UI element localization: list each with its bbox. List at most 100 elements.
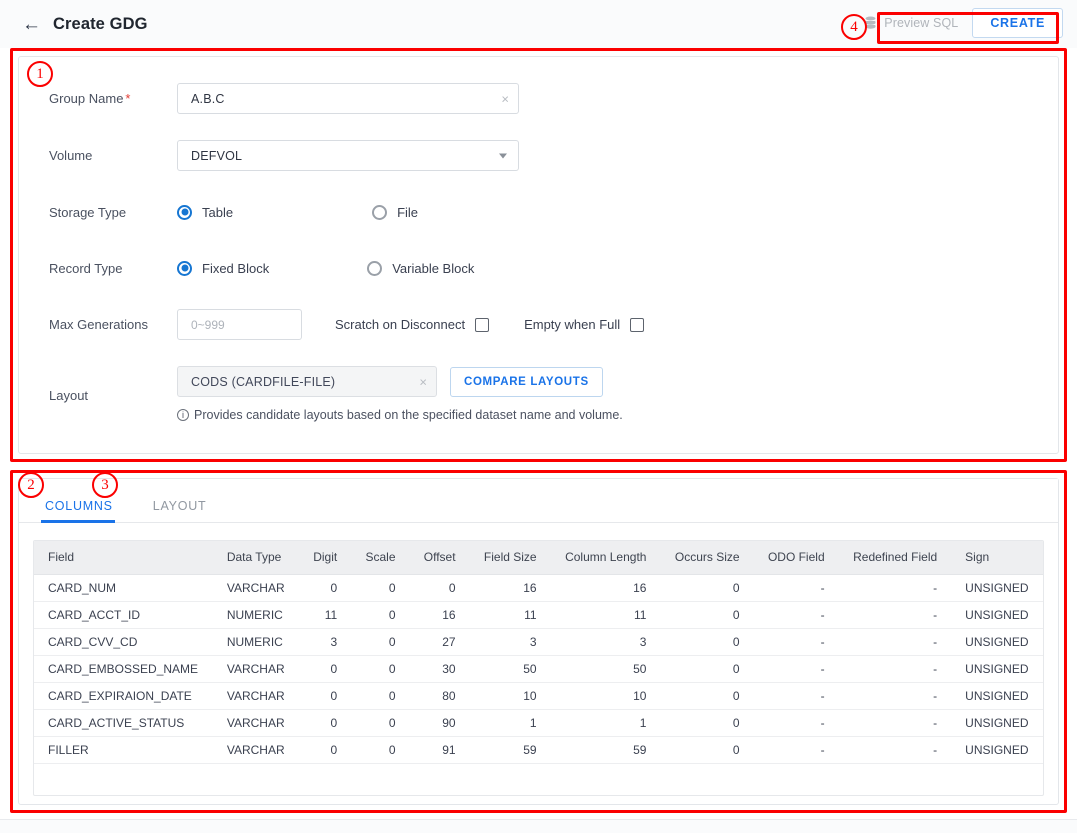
table-cell: NUMERIC — [212, 628, 299, 656]
form-row-volume: Volume DEFVOL — [19, 140, 1058, 171]
clear-icon[interactable]: × — [501, 92, 509, 105]
table-cell: VARCHAR — [212, 682, 299, 710]
table-cell: 10 — [550, 682, 661, 710]
storage-type-label: Storage Type — [49, 204, 127, 220]
table-column-header: Column Length — [550, 541, 661, 575]
table-cell: 0 — [351, 682, 410, 710]
layout-hint-text: Provides candidate layouts based on the … — [194, 408, 623, 422]
tab-layout[interactable]: LAYOUT — [149, 499, 221, 522]
table-cell: 0 — [660, 736, 754, 764]
table-cell: VARCHAR — [212, 736, 299, 764]
record-type-option-variable-block-label: Variable Block — [392, 260, 475, 276]
table-cell: 90 — [409, 709, 470, 737]
table-cell: 59 — [550, 736, 661, 764]
table-cell: 0 — [299, 709, 352, 737]
header-actions: Preview SQL CREATE — [854, 8, 1063, 38]
radio-unselected-icon[interactable] — [372, 204, 388, 220]
gdg-form-panel: Group Name * A.B.C × Volume DEFVOL Storag… — [18, 56, 1059, 454]
table-cell: - — [753, 574, 839, 602]
radio-unselected-icon[interactable] — [367, 260, 383, 276]
preview-sql-label: Preview SQL — [884, 16, 959, 30]
table-cell: 0 — [351, 601, 410, 629]
volume-value: DEFVOL — [191, 148, 243, 163]
record-type-radio-group: Fixed Block Variable Block — [177, 260, 475, 276]
table-column-header: Redefined Field — [838, 541, 952, 575]
form-row-layout: Layout CODS (CARDFILE-FILE) × COMPARE LA… — [19, 366, 1058, 422]
bottom-strip — [0, 819, 1077, 833]
layout-value: CODS (CARDFILE-FILE) — [191, 374, 336, 389]
table-column-header: Field — [34, 541, 213, 575]
table-cell: - — [753, 601, 839, 629]
storage-type-option-table[interactable]: Table — [177, 204, 234, 220]
radio-selected-icon[interactable] — [177, 260, 192, 276]
table-cell: UNSIGNED — [951, 736, 1043, 764]
layout-input[interactable]: CODS (CARDFILE-FILE) × — [177, 366, 437, 397]
table-cell: 3 — [469, 628, 551, 656]
scratch-on-disconnect-label: Scratch on Disconnect — [335, 317, 466, 332]
chevron-down-icon[interactable] — [499, 153, 507, 158]
table-cell: - — [838, 574, 952, 602]
table-row[interactable]: CARD_ACTIVE_STATUS VARCHAR 0 0 90 1 1 0- - UNSIGN… — [34, 709, 1043, 737]
table-cell: - — [753, 655, 839, 683]
table-cell: 11 — [299, 601, 352, 629]
scratch-on-disconnect-checkbox-group[interactable]: Scratch on Disconnect — [335, 317, 490, 332]
storage-type-option-file-label: File — [397, 204, 419, 220]
group-name-input[interactable]: A.B.C × — [177, 83, 519, 114]
table-row[interactable]: CARD_NUM VARCHAR 0 0 0 16 16 0- - UNSIGNED — [34, 574, 1043, 602]
table-cell: UNSIGNED — [951, 682, 1043, 710]
record-type-option-fixed-block[interactable]: Fixed Block — [177, 260, 270, 276]
table-row[interactable]: FILLER VARCHAR 0 0 91 59 59 0- - UNSIGNED — [34, 736, 1043, 764]
table-cell: 16 — [469, 574, 551, 602]
table-cell: 0 — [299, 736, 352, 764]
empty-when-full-checkbox-group[interactable]: Empty when Full — [524, 317, 645, 332]
table-cell: 1 — [550, 709, 661, 737]
table-row[interactable]: CARD_ACCT_ID NUMERIC 11 0 16 11 11 0- - UNSIGNED — [34, 601, 1043, 629]
empty-when-full-checkbox[interactable] — [630, 317, 645, 332]
storage-type-option-table-label: Table — [202, 204, 234, 220]
table-cell: 11 — [550, 601, 661, 629]
storage-type-option-file[interactable]: File — [372, 204, 419, 220]
table-cell: 0 — [299, 655, 352, 683]
info-icon: i — [177, 409, 189, 421]
table-cell: 0 — [351, 709, 410, 737]
table-cell: 50 — [550, 655, 661, 683]
table-column-header: ODO Field — [753, 541, 839, 575]
tab-columns[interactable]: COLUMNS — [41, 499, 127, 523]
details-panel: COLUMNS LAYOUT Field Data Type Digit Scale O… — [18, 478, 1059, 805]
table-cell: FILLER — [34, 736, 213, 764]
record-type-option-variable-block[interactable]: Variable Block — [367, 260, 475, 276]
back-arrow-icon[interactable]: ← — [22, 15, 41, 34]
create-button[interactable]: CREATE — [972, 8, 1063, 38]
table-cell: VARCHAR — [212, 574, 299, 602]
clear-icon[interactable]: × — [419, 375, 427, 388]
table-cell: - — [838, 736, 952, 764]
preview-sql-button[interactable]: Preview SQL — [854, 8, 972, 38]
table-column-header: Occurs Size — [660, 541, 754, 575]
table-column-header: Scale — [351, 541, 410, 575]
table-cell: VARCHAR — [212, 655, 299, 683]
form-row-record-type: Record Type Fixed Block Variable Block — [19, 253, 1058, 283]
table-cell: 0 — [660, 682, 754, 710]
layout-label: Layout — [49, 388, 89, 403]
max-generations-input[interactable]: 0~999 — [177, 309, 302, 340]
table-cell: - — [753, 682, 839, 710]
table-cell: UNSIGNED — [951, 655, 1043, 683]
table-cell: 0 — [660, 655, 754, 683]
table-cell: UNSIGNED — [951, 601, 1043, 629]
table-cell: 0 — [351, 655, 410, 683]
table-cell: 80 — [409, 682, 470, 710]
record-type-option-fixed-block-label: Fixed Block — [202, 260, 270, 276]
table-cell: CARD_EMBOSSED_NAME — [34, 655, 213, 683]
columns-table: Field Data Type Digit Scale Offset Field Size… — [34, 541, 1043, 764]
radio-selected-icon[interactable] — [177, 204, 192, 220]
volume-label: Volume — [49, 148, 93, 163]
volume-select[interactable]: DEFVOL — [177, 140, 519, 171]
scratch-on-disconnect-checkbox[interactable] — [475, 317, 490, 332]
table-row[interactable]: CARD_EMBOSSED_NAME VARCHAR 0 0 30 50 50 0- - UNSI… — [34, 655, 1043, 683]
table-row[interactable]: CARD_CVV_CD NUMERIC 3 0 27 3 3 0- - UNSIGNED — [34, 628, 1043, 656]
empty-when-full-label: Empty when Full — [524, 317, 621, 332]
storage-type-radio-group: Table File — [177, 204, 419, 220]
table-column-header: Sign — [951, 541, 1043, 575]
table-row[interactable]: CARD_EXPIRAION_DATE VARCHAR 0 0 80 10 10 0- - UNS… — [34, 682, 1043, 710]
compare-layouts-button[interactable]: COMPARE LAYOUTS — [450, 366, 603, 397]
